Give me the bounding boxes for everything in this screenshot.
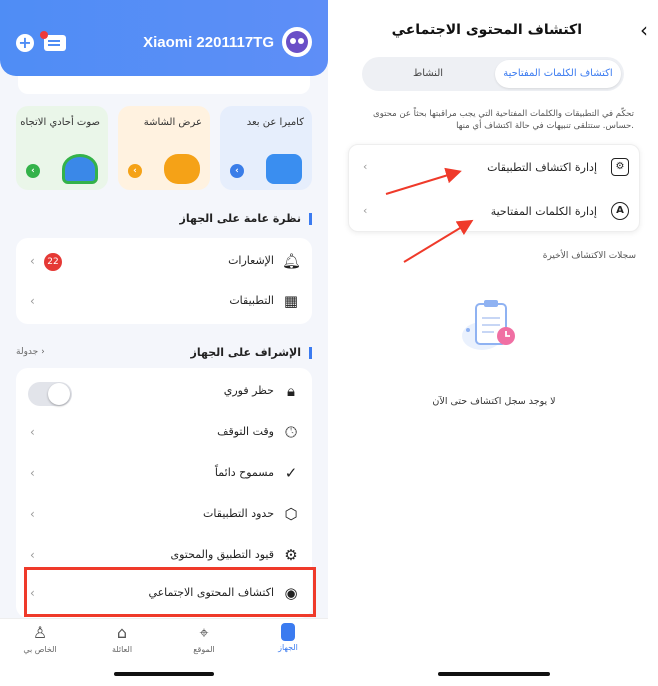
chevron-left-icon: ‹ — [26, 164, 40, 178]
highlight-box — [24, 567, 316, 617]
chevron-left-icon: ‹ — [30, 254, 35, 268]
page-title: اكتشاف المحتوى الاجتماعي — [391, 22, 582, 38]
phone-icon — [281, 623, 295, 641]
screen: + Xiaomi 2201117TG كاميرا عن بعد ‹ عرض ا… — [0, 0, 658, 686]
row-label: الإشعارات — [228, 254, 274, 267]
row-label: التطبيقات — [229, 294, 274, 307]
tab-location[interactable]: ⌖ الموقع — [164, 623, 244, 654]
empty-state-text: لا يوجد سجل اكتشاف حتى الآن — [432, 396, 556, 407]
chevron-left-icon: ‹ — [30, 507, 35, 521]
app-limit-icon: ⬡ — [284, 505, 298, 523]
unread-dot — [40, 31, 48, 39]
tab-keyword-detection[interactable]: اكتشاف الكلمات المفتاحية — [495, 60, 621, 88]
description-text: تحكّم في التطبيقات والكلمات المفتاحية ال… — [373, 109, 634, 131]
card-remote-camera[interactable]: كاميرا عن بعد ‹ — [220, 106, 312, 190]
check-shield-icon: ✓ — [284, 464, 298, 482]
row-instant-block[interactable]: 🔒︎ حظر فوري — [16, 372, 312, 412]
headphones-icon — [62, 154, 98, 184]
card-label: صوت أحادي الاتجاه — [20, 117, 100, 128]
tab-label: العائلة — [111, 645, 133, 654]
row-notifications[interactable]: 🔔︎ الإشعارات 22 ‹ — [16, 242, 312, 282]
row-label: حدود التطبيقات — [203, 507, 274, 520]
chevron-left-icon: ‹ — [363, 160, 368, 173]
chevron-left-icon: ‹ — [30, 425, 35, 439]
overview-list: 🔔︎ الإشعارات 22 ‹ ▦ التطبيقات ‹ — [16, 238, 312, 324]
bell-icon: 🔔︎ — [282, 252, 302, 270]
notification-badge: 22 — [44, 253, 62, 271]
row-label: مسموح دائماً — [214, 466, 274, 479]
row-downtime[interactable]: 🕓︎ وقت التوقف ‹ — [16, 413, 312, 453]
card-label: عرض الشاشة — [143, 117, 202, 128]
row-app-limits[interactable]: ⬡ حدود التطبيقات ‹ — [16, 495, 312, 535]
letter-a-icon: A — [611, 202, 629, 220]
avatar-face-icon — [286, 31, 308, 53]
supervision-title: الإشراف على الجهاز — [190, 347, 312, 359]
chevron-left-icon: ‹ — [230, 164, 244, 178]
row-apps[interactable]: ▦ التطبيقات ‹ — [16, 282, 312, 322]
chevron-left-icon: ‹ — [128, 164, 142, 178]
chevron-left-icon: ‹ — [30, 466, 35, 480]
card-screen-mirror[interactable]: عرض الشاشة ‹ — [118, 106, 210, 190]
row-label: قيود التطبيق والمحتوى — [170, 548, 274, 561]
row-label: إدارة الكلمات المفتاحية — [490, 205, 597, 218]
row-label: حظر فوري — [223, 384, 274, 397]
schedule-link-label: جدولة — [16, 347, 39, 357]
person-icon: ♙ — [32, 623, 48, 642]
back-chevron-icon[interactable]: ‹ — [640, 18, 648, 42]
binoculars-icon — [164, 154, 200, 184]
avatar[interactable] — [282, 27, 312, 57]
row-label: وقت التوقف — [217, 425, 274, 438]
card-label: كاميرا عن بعد — [246, 117, 304, 128]
row-manage-app-detection[interactable]: ⚙︎ إدارة اكتشاف التطبيقات ‹ — [349, 145, 641, 189]
row-label: إدارة اكتشاف التطبيقات — [487, 161, 597, 174]
row-manage-keywords[interactable]: A إدارة الكلمات المفتاحية ‹ — [349, 189, 641, 233]
tab-activity[interactable]: النشاط — [365, 60, 491, 88]
tab-label: الموقع — [193, 645, 215, 654]
feature-cards: كاميرا عن بعد ‹ عرض الشاشة ‹ صوت أحادي ا… — [16, 106, 312, 190]
apps-grid-icon: ▦ — [283, 292, 299, 310]
device-dashboard: + Xiaomi 2201117TG كاميرا عن بعد ‹ عرض ا… — [0, 0, 328, 686]
header-strip — [18, 76, 310, 94]
tab-label: الخاص بي — [23, 645, 57, 654]
gear-icon: ⚙︎ — [611, 158, 629, 176]
row-always-allowed[interactable]: ✓ مسموح دائماً ‹ — [16, 454, 312, 494]
chevron-left-icon: ‹ — [30, 294, 35, 308]
overview-title: نظرة عامة على الجهاز — [180, 213, 312, 225]
add-icon[interactable]: + — [16, 34, 34, 52]
camera-icon — [266, 154, 302, 184]
clock-icon: 🕓︎ — [285, 423, 297, 441]
card-one-way-audio[interactable]: صوت أحادي الاتجاه ‹ — [16, 106, 108, 190]
home-indicator — [114, 672, 214, 676]
location-icon: ⌖ — [199, 623, 209, 642]
tab-device[interactable]: الجهاز — [248, 623, 328, 652]
recent-logs-title: سجلات الاكتشاف الأخيرة — [542, 251, 636, 261]
device-header: + Xiaomi 2201117TG — [0, 0, 328, 76]
empty-clipboard-icon — [462, 300, 515, 350]
device-name[interactable]: Xiaomi 2201117TG — [143, 34, 274, 51]
message-icon[interactable] — [40, 31, 66, 51]
instant-block-toggle[interactable] — [28, 382, 72, 406]
lock-icon: 🔒︎ — [287, 382, 295, 400]
home-icon: ⌂ — [116, 623, 128, 642]
chevron-left-icon: ‹ — [30, 548, 35, 562]
social-detection-screen: ‹ اكتشاف المحتوى الاجتماعي اكتشاف الكلما… — [330, 0, 658, 686]
segment-control: اكتشاف الكلمات المفتاحية النشاط — [362, 57, 624, 91]
tab-family[interactable]: ⌂ العائلة — [82, 623, 162, 654]
home-indicator — [438, 672, 550, 676]
restriction-icon: ⚙︎ — [284, 546, 298, 564]
management-list: ⚙︎ إدارة اكتشاف التطبيقات ‹ A إدارة الكل… — [348, 144, 640, 232]
chevron-left-icon: ‹ — [363, 204, 368, 217]
tab-mine[interactable]: ♙ الخاص بي — [0, 623, 80, 654]
tab-label: الجهاز — [278, 643, 298, 652]
toggle-knob — [48, 383, 70, 405]
schedule-link[interactable]: جدولة › — [16, 347, 45, 357]
